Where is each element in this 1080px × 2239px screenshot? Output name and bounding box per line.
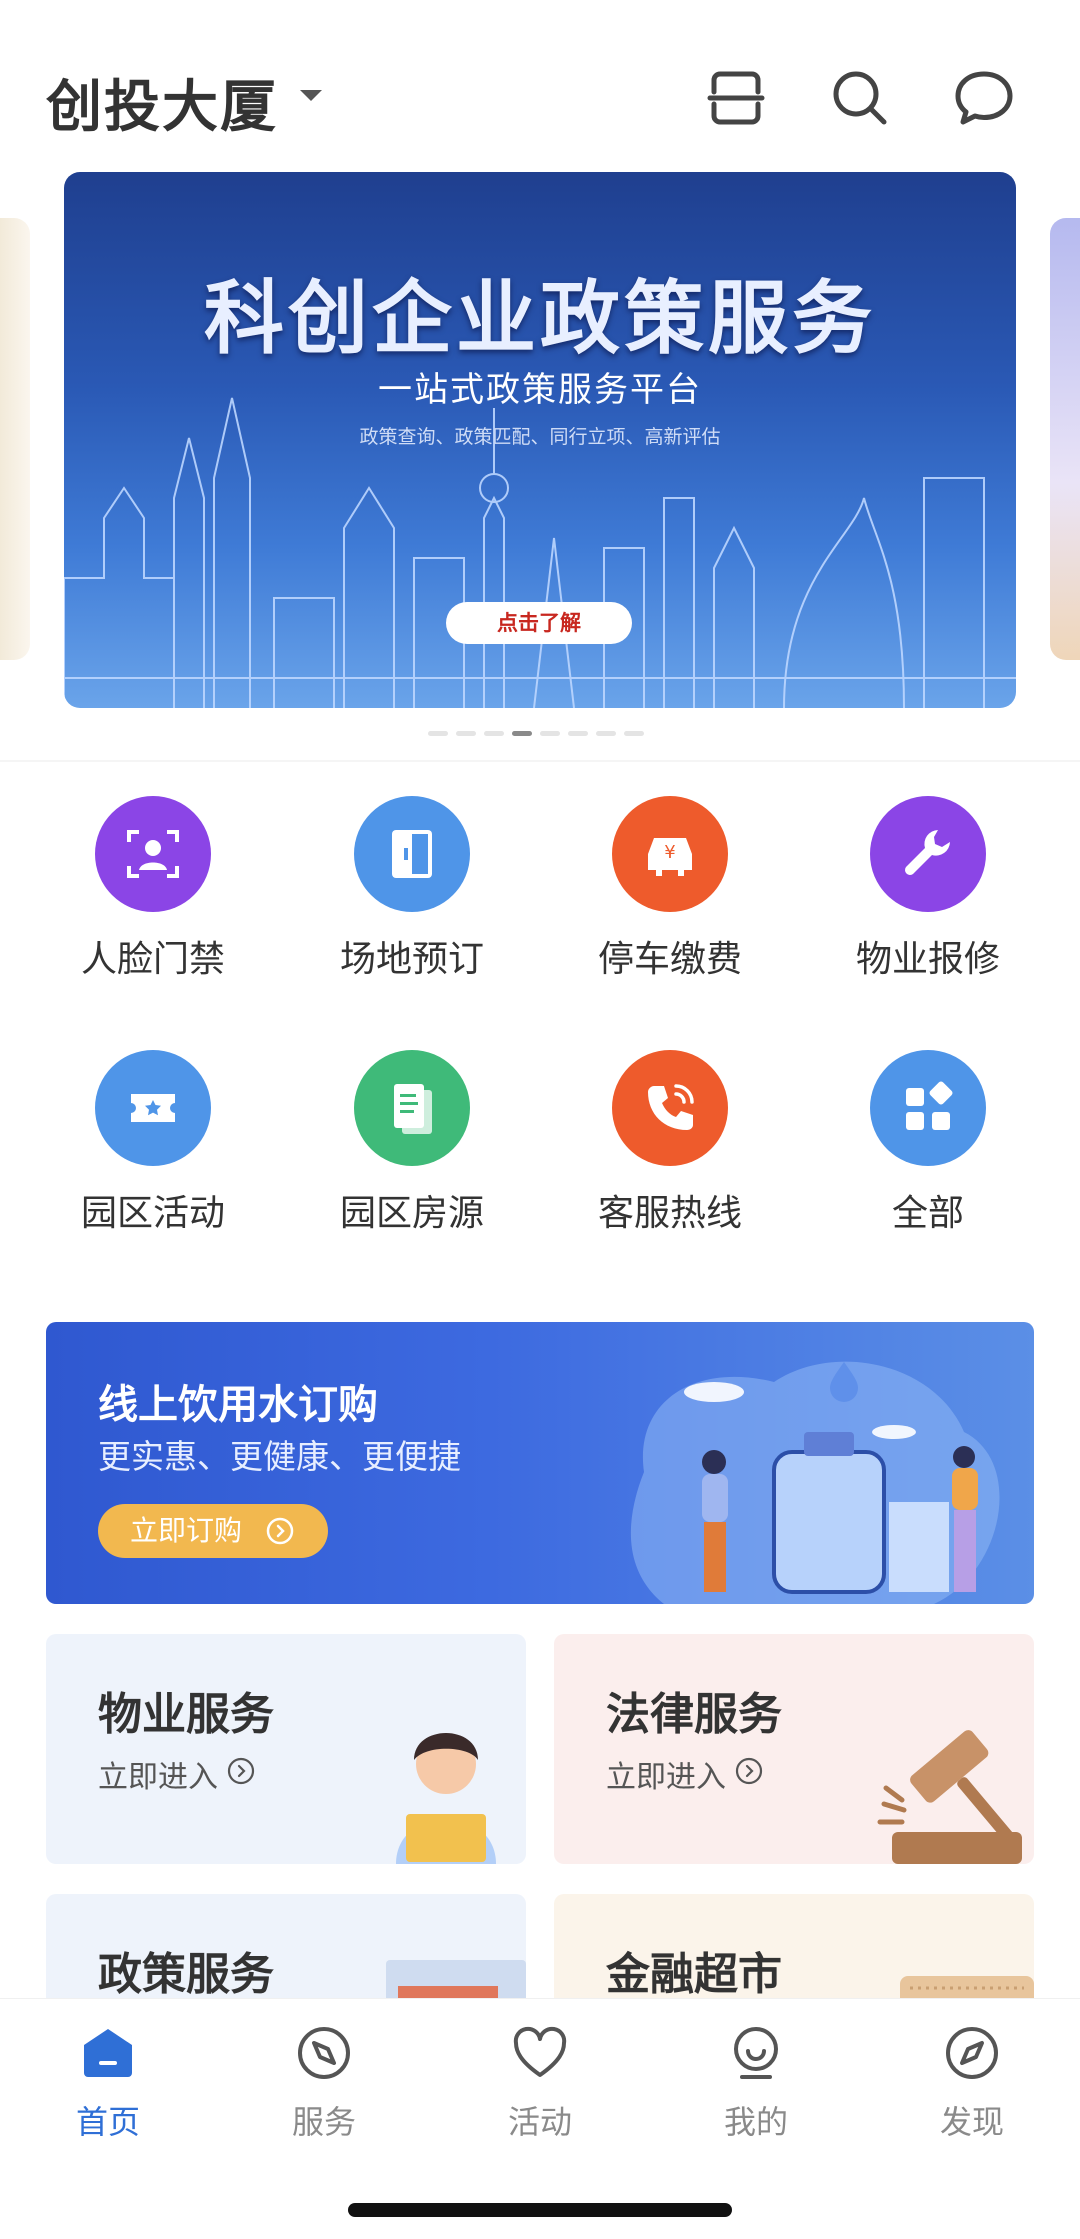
grid-item-property-repair[interactable]: 物业报修 [818,796,1038,986]
carousel-dot [428,731,448,736]
carousel-dot [596,731,616,736]
card-title: 金融超市 [606,1949,782,2000]
chevron-circle-right-icon [266,1517,294,1545]
carousel-dot [540,731,560,736]
phone-icon [612,1050,728,1166]
tab-home[interactable]: 首页 [0,1999,216,2169]
tab-profile[interactable]: 我的 [648,1999,864,2169]
tab-label: 活动 [507,2103,572,2141]
grid-item-face-access[interactable]: 人脸门禁 [43,796,263,986]
chevron-circle-right-icon [735,1757,763,1785]
gavel-illustration [877,1730,1022,1864]
carousel-next-slide[interactable] [1050,218,1080,660]
card-title: 物业服务 [98,1689,274,1740]
grid-item-label: 园区活动 [80,1193,225,1234]
grid-item-label: 全部 [891,1193,964,1234]
carousel-prev-slide[interactable] [0,218,30,660]
carousel-indicator [428,731,644,737]
home-icon [84,2029,132,2077]
ticket-icon [95,1050,211,1166]
property-service-card[interactable]: 物业服务 立即进入 [46,1634,526,1864]
carousel-dot [568,731,588,736]
banner-subtitle: 一站式政策服务平台 [378,370,702,410]
grid-item-service-hotline[interactable]: 客服热线 [560,1050,780,1240]
grid-item-label: 停车缴费 [597,939,742,980]
car-yen-icon: ¥ [612,796,728,912]
tab-activities[interactable]: 活动 [432,1999,648,2169]
chevron-circle-right-icon [227,1757,255,1785]
grid-item-park-activities[interactable]: 园区活动 [43,1050,263,1240]
door-icon [354,796,470,912]
scan-icon[interactable] [704,66,768,130]
banner-title: 科创企业政策服务 [204,272,876,365]
tab-label: 首页 [75,2103,140,2141]
compass-icon [298,2027,350,2079]
profile-icon [734,2027,778,2079]
grid-item-all[interactable]: 全部 [818,1050,1038,1240]
apps-icon [870,1050,986,1166]
grid-item-parking-payment[interactable]: ¥ 停车缴费 [560,796,780,986]
carousel-dot-active [512,731,532,736]
location-title[interactable]: 创投大厦 [46,62,278,143]
grid-item-label: 客服热线 [597,1193,742,1234]
carousel-dot [484,731,504,736]
card-title: 政策服务 [98,1949,274,2000]
card-title: 法律服务 [606,1689,782,1740]
top-bar: 创投大厦 [0,0,1080,170]
wrench-icon [870,796,986,912]
search-icon[interactable] [828,66,892,130]
divider [0,760,1080,762]
face-id-icon [95,796,211,912]
grid-item-label: 场地预订 [339,939,484,980]
tab-label: 发现 [939,2103,1004,2141]
tab-label: 服务 [291,2103,356,2141]
document-icon [354,1050,470,1166]
heart-icon [513,2026,567,2077]
order-now-label: 立即订购 [130,1514,243,1547]
tab-services[interactable]: 服务 [216,1999,432,2169]
grid-item-park-listings[interactable]: 园区房源 [302,1050,522,1240]
card-enter-link[interactable]: 立即进入 [98,1752,218,1796]
order-now-button[interactable]: 立即订购 [98,1504,328,1558]
person-laptop-illustration [396,1733,496,1864]
grid-item-label: 人脸门禁 [80,939,225,980]
water-banner-title: 线上饮用水订购 [98,1382,378,1428]
banner-description: 政策查询、政策匹配、同行立项、高新评估 [359,426,721,448]
grid-item-label: 物业报修 [855,939,1000,980]
banner-learn-more-button[interactable]: 点击了解 [446,602,632,644]
grid-item-label: 园区房源 [339,1193,484,1234]
grid-item-venue-booking[interactable]: 场地预订 [302,796,522,986]
home-indicator[interactable] [348,2203,732,2217]
chevron-down-icon[interactable] [300,90,322,101]
message-icon[interactable] [952,66,1016,130]
policy-banner[interactable]: 科创企业政策服务 一站式政策服务平台 政策查询、政策匹配、同行立项、高新评估 点… [64,172,1016,708]
discover-icon [946,2027,998,2079]
legal-service-card[interactable]: 法律服务 立即进入 [554,1634,1034,1864]
tab-discover[interactable]: 发现 [864,1999,1080,2169]
carousel-dot [456,731,476,736]
water-delivery-illustration [630,1361,1000,1604]
water-order-banner[interactable]: 线上饮用水订购 更实惠、更健康、更便捷 立即订购 [46,1322,1034,1604]
card-enter-link[interactable]: 立即进入 [606,1752,726,1796]
tab-label: 我的 [723,2103,788,2141]
carousel-dot [624,731,644,736]
water-banner-subtitle: 更实惠、更健康、更便捷 [98,1437,461,1476]
svg-text:¥: ¥ [664,842,675,863]
